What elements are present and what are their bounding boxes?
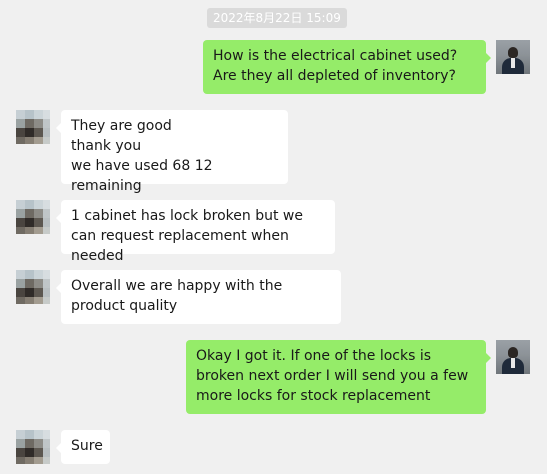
contact-avatar[interactable] xyxy=(16,110,50,144)
contact-avatar[interactable] xyxy=(16,200,50,234)
message-bubble-incoming[interactable]: Overall we are happy with the product qu… xyxy=(56,270,341,324)
message-bubble-incoming[interactable]: Sure xyxy=(56,430,110,464)
chat-window: 2022年8月22日 15:09 How is the electrical c… xyxy=(0,0,547,474)
self-avatar[interactable] xyxy=(496,340,530,374)
contact-avatar[interactable] xyxy=(16,270,50,304)
contact-avatar[interactable] xyxy=(16,430,50,464)
message-timestamp: 2022年8月22日 15:09 xyxy=(207,8,347,28)
message-bubble-incoming[interactable]: 1 cabinet has lock broken but we can req… xyxy=(56,200,335,264)
message-bubble-outgoing[interactable]: How is the electrical cabinet used? Are … xyxy=(203,40,491,94)
message-bubble-incoming[interactable]: They are good thank you we have used 68 … xyxy=(56,110,288,194)
self-avatar[interactable] xyxy=(496,40,530,74)
message-bubble-outgoing[interactable]: Okay I got it. If one of the locks is br… xyxy=(186,340,491,414)
